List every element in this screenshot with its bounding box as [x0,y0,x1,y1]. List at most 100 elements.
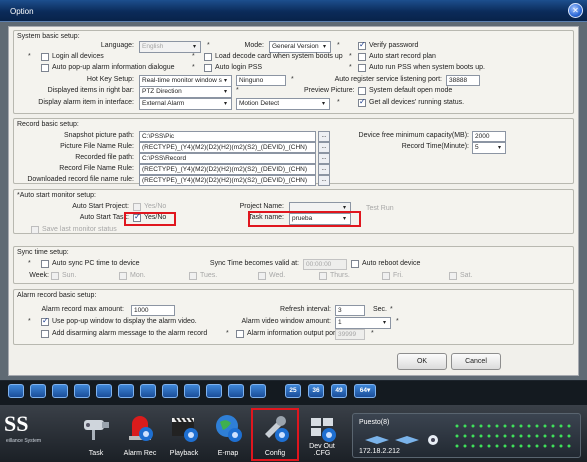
auto-run-pss-checkbox[interactable] [358,64,366,72]
day-sun-checkbox[interactable] [51,272,59,280]
view-layout-icon[interactable] [74,384,90,398]
window-amount-select[interactable]: 1 ▾ [335,317,391,329]
alarm-item-select-1[interactable]: External Alarm ▾ [139,98,232,110]
day-fri-checkbox[interactable] [382,272,390,280]
day-mon-label: Mon. [130,272,146,279]
popup-video-checkbox[interactable] [41,316,49,326]
close-icon[interactable]: ✕ [568,3,583,18]
view-layout-icon[interactable] [206,384,222,398]
required-mark: * [192,64,195,71]
day-sun-label: Sun. [62,272,77,279]
auto-popup-label: Auto pop-up alarm information dialogue [52,64,175,71]
dock-emap[interactable]: E-map [206,408,250,458]
default-open-checkbox[interactable] [358,87,366,95]
view-layout-icon[interactable] [96,384,112,398]
snapshot-path-input[interactable]: C:\PSS\Pic [139,131,316,142]
dock-emap-label: E-map [217,450,239,457]
view-layout-icon[interactable] [184,384,200,398]
output-port-input[interactable]: 39999 [335,329,365,340]
view-layout-icon[interactable] [162,384,178,398]
disarm-checkbox[interactable] [41,330,49,338]
picture-name-input[interactable]: (RECTYPE)_(Y4)(M2)(D2)(H2)(m2)(S2)_(DEVI… [139,142,316,153]
verify-password-label: Verify password [369,42,419,49]
puesto-ip: 172.18.2.212 [359,448,400,455]
view-layout-icon[interactable] [140,384,156,398]
ok-button[interactable]: OK [397,353,447,370]
alarm-siren-icon [129,416,153,441]
record-time-select[interactable]: 5 ▾ [472,142,506,154]
browse-record-name-button[interactable]: ... [318,164,330,175]
auto-sync-checkbox[interactable] [41,260,49,268]
login-all-label: Login all devices [52,53,104,60]
picture-name-label: Picture File Name Rule: [60,143,134,150]
view-layout-icon[interactable] [30,384,46,398]
chevron-down-icon: ▾ [223,89,227,95]
highlight-config [251,408,299,461]
layout-36-button[interactable]: 36 [308,384,324,398]
view-layout-icon[interactable] [118,384,134,398]
get-status-checkbox[interactable] [358,97,366,107]
week-label: Week: [29,272,49,279]
mode-select[interactable]: General Version ▾ [269,41,331,53]
view-layout-icon[interactable] [52,384,68,398]
system-setup-section: System basic setup: Language: English ▾ *… [13,30,574,114]
sync-setup-section: Sync time setup: * Auto sync PC time to … [13,246,574,284]
auto-start-plan-checkbox[interactable] [358,53,366,61]
dock-dev-out-cfg[interactable]: Dev Out .CFG [300,408,344,458]
dock-alarm-rec[interactable]: Alarm Rec [118,408,162,458]
refresh-interval-input[interactable]: 3 [335,305,365,316]
auto-login-pss-checkbox[interactable] [204,64,212,72]
layout-49-button[interactable]: 49 [331,384,347,398]
verify-password-checkbox[interactable] [358,40,366,50]
chevron-down-icon: ▾ [223,78,227,84]
free-capacity-input[interactable]: 2000 [472,131,506,142]
record-setup-title: Record basic setup: [17,121,79,128]
auto-sync-label: Auto sync PC time to device [52,260,140,267]
browse-picture-button[interactable]: ... [318,142,330,153]
hotkey-name-input[interactable]: Ninguno [236,75,286,86]
layout-25-button[interactable]: 25 [285,384,301,398]
required-mark: * [396,318,399,325]
view-layout-icon[interactable] [228,384,244,398]
layout-64-button[interactable]: 64▾ [354,384,376,398]
alarm-item-select-2[interactable]: Motion Detect ▾ [236,98,330,110]
network-device-icon [365,435,438,445]
dock-task[interactable]: Task [74,408,118,458]
day-tues-checkbox[interactable] [189,272,197,280]
auto-register-input[interactable]: 38888 [446,75,480,86]
record-path-input[interactable]: C:\PSS\Record [139,153,316,164]
record-name-label: Record File Name Rule: [59,165,134,172]
day-sat-checkbox[interactable] [449,272,457,280]
login-all-checkbox[interactable] [41,53,49,61]
browse-record-path-button[interactable]: ... [318,153,330,164]
view-layout-icon[interactable] [8,384,24,398]
download-name-input[interactable]: (RECTYPE)_(Y4)(M2)(D2)(H2)(m2)(S2)_(DEVI… [139,175,316,186]
get-status-label: Get all devices' running status. [369,99,465,106]
alarm-max-input[interactable]: 1000 [131,305,175,316]
cancel-button[interactable]: Cancel [451,353,501,370]
puesto-panel[interactable]: Puesto(8) 172.18.2.212 [352,413,581,458]
dock-playback[interactable]: Playback [162,408,206,458]
test-run-label[interactable]: Test Run [366,205,394,212]
browse-download-name-button[interactable]: ... [318,175,330,186]
browse-snapshot-button[interactable]: ... [318,131,330,142]
alarm-setup-title: Alarm record basic setup: [17,292,97,299]
day-thurs-checkbox[interactable] [319,272,327,280]
hotkey-label: Hot Key Setup: [86,76,134,83]
output-port-checkbox[interactable] [236,330,244,338]
dock-dev-out-cfg-label: Dev Out .CFG [309,443,335,457]
auto-popup-checkbox[interactable] [41,64,49,72]
auto-reboot-checkbox[interactable] [351,260,359,268]
day-mon-checkbox[interactable] [119,272,127,280]
day-wed-checkbox[interactable] [258,272,266,280]
sync-time-input[interactable]: 00:00:00 [303,259,347,270]
sync-valid-label: Sync Time becomes valid at: [209,260,299,267]
auto-start-project-checkbox[interactable] [133,203,141,211]
language-select[interactable]: English ▾ [139,41,201,53]
save-last-checkbox[interactable] [31,226,39,234]
load-decode-checkbox[interactable] [204,53,212,61]
view-layout-icon[interactable] [250,384,266,398]
rightbar-select[interactable]: PTZ Direction ▾ [139,86,232,98]
record-name-input[interactable]: (RECTYPE)_(Y4)(M2)(D2)(H2)(m2)(S2)_(DEVI… [139,164,316,175]
chevron-down-icon: ▾ [382,320,386,326]
